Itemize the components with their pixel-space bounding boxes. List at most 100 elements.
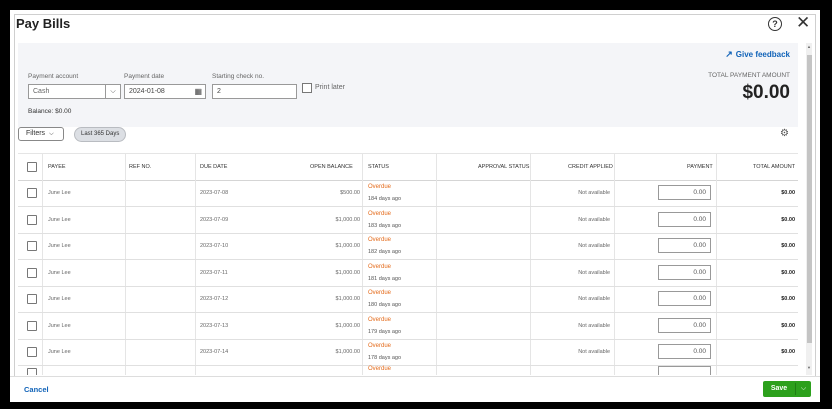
payment-input[interactable]: 0.00: [658, 291, 711, 306]
chevron-down-icon[interactable]: ⌵: [796, 381, 811, 397]
table-row: June Lee 2023-07-09 $1,000.00 Overdue 183 da…: [18, 207, 798, 234]
print-later-checkbox[interactable]: [302, 83, 312, 93]
give-feedback-label: Give feedback: [735, 50, 790, 59]
status-overdue: Overdue: [368, 184, 392, 190]
chevron-down-icon[interactable]: ⌵: [105, 85, 120, 98]
table-row: June Lee 2023-07-11 $1,000.00 Overdue 181 da…: [18, 260, 798, 287]
row-checkbox[interactable]: [27, 267, 37, 278]
open-balance-cell: $500.00: [340, 190, 360, 196]
open-balance-cell: $1,000.00: [335, 296, 360, 302]
table-row: June Lee 2023-07-14 $1,000.00 Overdue 178 da…: [18, 339, 798, 366]
due-date-cell: 2023-07-14: [200, 349, 229, 355]
date-range-chip[interactable]: Last 365 Days: [74, 127, 127, 142]
open-balance-cell: $1,000.00: [335, 322, 360, 329]
due-date-cell: 2023-07-08: [200, 190, 229, 196]
cancel-button[interactable]: Cancel: [24, 385, 49, 394]
col-approval-header[interactable]: APPROVAL STATUS: [478, 164, 529, 170]
total-amount-cell: $0.00: [781, 349, 795, 355]
calendar-icon[interactable]: ▦: [194, 87, 202, 96]
print-later-label: Print later: [315, 84, 345, 91]
status-overdue: Overdue: [368, 343, 392, 349]
feedback-icon: ↗: [725, 49, 733, 59]
status-overdue: Overdue: [368, 290, 392, 296]
credit-applied-cell: Not available: [578, 322, 610, 329]
status-overdue: Overdue: [368, 237, 392, 243]
row-checkbox[interactable]: [27, 294, 37, 304]
table-row: June Lee 2023-07-10 $1,000.00 Overdue 182 da…: [18, 233, 798, 260]
total-amount-cell: $0.00: [781, 216, 795, 223]
col-due-date-header[interactable]: DUE DATE: [200, 164, 227, 170]
table-row: June Lee 2023-07-13 $1,000.00 Overdue 179 da…: [18, 313, 798, 340]
payment-input[interactable]: 0.00: [658, 185, 711, 200]
payment-input[interactable]: 0.00: [658, 344, 711, 359]
scroll-down-icon[interactable]: ▼: [807, 365, 811, 370]
open-balance-cell: $1,000.00: [335, 243, 360, 249]
col-payment-header[interactable]: PAYMENT: [687, 164, 713, 170]
give-feedback-link[interactable]: ↗ Give feedback: [725, 49, 790, 60]
help-icon[interactable]: ?: [768, 17, 782, 31]
total-amount-cell: $0.00: [781, 190, 795, 196]
payment-account-select[interactable]: Cash ⌵: [28, 84, 121, 99]
payment-input[interactable]: 0.00: [658, 238, 711, 253]
table-row: June Lee 2023-07-12 $1,000.00 Overdue 180 da…: [18, 286, 798, 313]
scroll-up-icon[interactable]: ▲: [807, 44, 811, 49]
save-button-group: Save ⌵: [763, 381, 811, 397]
starting-check-value: 2: [217, 88, 221, 95]
col-ref-header[interactable]: REF NO.: [129, 164, 151, 170]
row-checkbox[interactable]: [27, 367, 37, 375]
status-overdue: Overdue: [368, 263, 392, 270]
row-checkbox[interactable]: [27, 241, 37, 251]
row-checkbox[interactable]: [27, 188, 37, 198]
status-days-ago: 180 days ago: [368, 302, 402, 308]
col-open-balance-header[interactable]: OPEN BALANCE: [310, 164, 353, 170]
row-checkbox[interactable]: [27, 347, 37, 357]
save-button[interactable]: Save: [763, 381, 795, 397]
payment-account-label: Payment account: [28, 73, 79, 80]
payee-cell[interactable]: June Lee: [48, 190, 71, 196]
payment-date-input[interactable]: 2024-01-08 ▦: [124, 84, 206, 99]
credit-applied-cell: Not available: [578, 243, 610, 249]
select-all-checkbox[interactable]: [27, 162, 37, 172]
total-amount-cell: $0.00: [781, 296, 795, 302]
table-row: Overdue: [18, 365, 798, 375]
payment-input[interactable]: 0.00: [658, 264, 711, 280]
payment-input[interactable]: [658, 365, 711, 375]
row-checkbox[interactable]: [27, 214, 37, 225]
dialog-title: Pay Bills: [16, 16, 71, 31]
scrollbar-thumb[interactable]: [807, 55, 812, 343]
starting-check-label: Starting check no.: [212, 73, 265, 80]
credit-applied-cell: Not available: [578, 349, 610, 355]
filters-label: Filters: [26, 130, 46, 137]
credit-applied-cell: Not available: [578, 190, 610, 196]
status-overdue: Overdue: [368, 365, 392, 372]
payee-cell[interactable]: June Lee: [48, 323, 71, 329]
due-date-cell: 2023-07-13: [200, 322, 229, 329]
status-days-ago: 181 days ago: [368, 275, 402, 282]
col-total-header[interactable]: TOTAL AMOUNT: [753, 164, 795, 170]
payee-cell[interactable]: June Lee: [48, 270, 71, 276]
total-amount-cell: $0.00: [781, 243, 795, 249]
payment-date-label: Payment date: [124, 73, 165, 80]
col-payee-header[interactable]: PAYEE: [48, 164, 66, 170]
account-balance: Balance: $0.00: [28, 108, 72, 115]
payment-input[interactable]: 0.00: [658, 211, 711, 227]
filters-button[interactable]: Filters ⌵: [18, 127, 64, 141]
table-header-row: PAYEE REF NO. DUE DATE OPEN BALANCE STAT…: [18, 153, 798, 181]
payment-input[interactable]: 0.00: [658, 317, 711, 333]
col-credit-header[interactable]: CREDIT APPLIED: [568, 164, 613, 170]
gear-icon[interactable]: ⚙: [780, 128, 789, 139]
total-payment-amount: $0.00: [742, 82, 790, 103]
payee-cell[interactable]: June Lee: [48, 217, 71, 223]
table-row: June Lee 2023-07-08 $500.00 Overdue 184 days…: [18, 180, 798, 207]
col-status-header[interactable]: STATUS: [368, 164, 389, 170]
pay-bills-dialog: Pay Bills ? ✕ ↗ Give feedback Payment acc…: [10, 10, 820, 402]
total-amount-cell: $0.00: [781, 269, 795, 276]
status-days-ago: 183 days ago: [368, 222, 402, 229]
row-checkbox[interactable]: [27, 320, 37, 331]
payee-cell[interactable]: June Lee: [48, 296, 71, 302]
close-icon[interactable]: ✕: [796, 13, 810, 33]
payee-cell[interactable]: June Lee: [48, 243, 71, 249]
starting-check-input[interactable]: 2: [212, 84, 297, 99]
payment-header-panel: ↗ Give feedback Payment account Cash ⌵ Pa…: [18, 43, 798, 127]
payee-cell[interactable]: June Lee: [48, 349, 71, 355]
